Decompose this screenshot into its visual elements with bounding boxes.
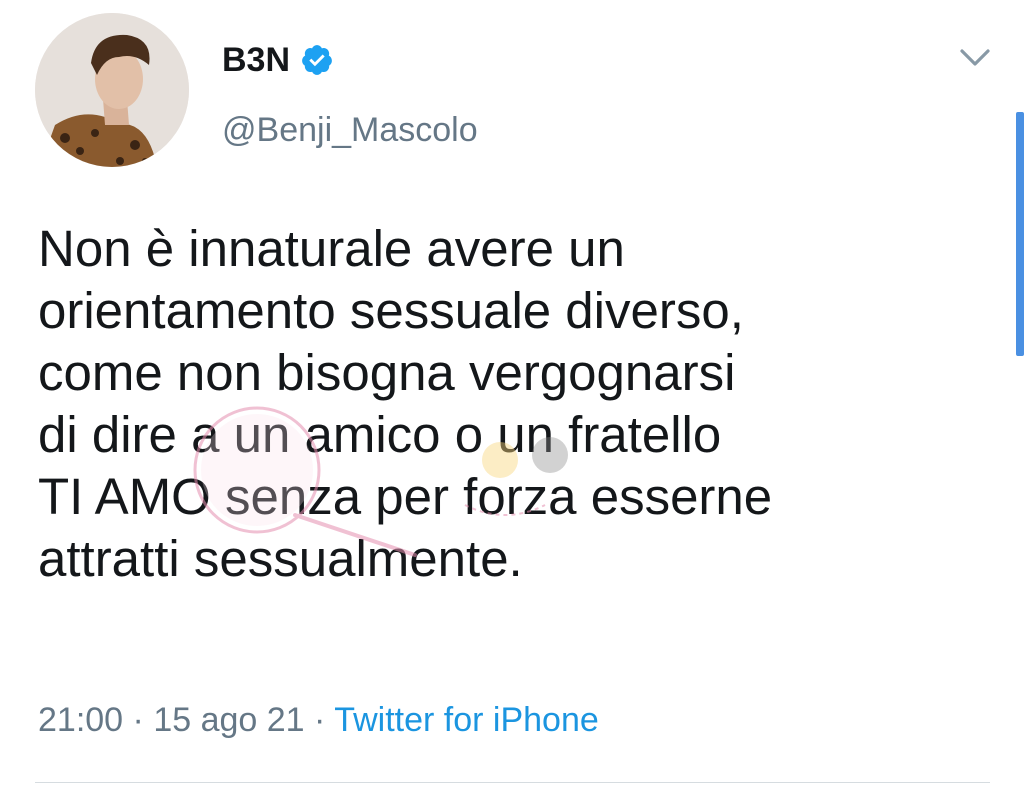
tweet-text: Non è innaturale avere un orientamento s… bbox=[38, 218, 988, 590]
chevron-down-icon[interactable] bbox=[957, 42, 993, 72]
tweet-time[interactable]: 21:00 bbox=[38, 701, 123, 739]
display-name-row[interactable]: B3N bbox=[222, 40, 334, 80]
tweet-line: di dire a un amico o un fratello bbox=[38, 406, 722, 463]
tweet-date[interactable]: 15 ago 21 bbox=[153, 701, 304, 739]
tweet-meta: 21:00 · 15 ago 21 · Twitter for iPhone bbox=[38, 698, 599, 742]
display-name[interactable]: B3N bbox=[222, 40, 290, 80]
tweet-line: TI AMO senza per forza esserne bbox=[38, 468, 773, 525]
meta-separator: · bbox=[314, 701, 326, 739]
tweet-line: come non bisogna vergognarsi bbox=[38, 344, 736, 401]
avatar[interactable] bbox=[35, 13, 189, 167]
divider bbox=[35, 782, 990, 783]
tweet-source-link[interactable]: Twitter for iPhone bbox=[334, 701, 599, 739]
tweet-line: attratti sessualmente. bbox=[38, 530, 523, 587]
user-handle[interactable]: @Benji_Mascolo bbox=[222, 110, 478, 150]
tweet-line: Non è innaturale avere un bbox=[38, 220, 625, 277]
scrollbar[interactable] bbox=[1016, 112, 1024, 356]
verified-badge-icon bbox=[300, 43, 334, 77]
meta-separator: · bbox=[132, 701, 144, 739]
tweet-line: orientamento sessuale diverso, bbox=[38, 282, 744, 339]
